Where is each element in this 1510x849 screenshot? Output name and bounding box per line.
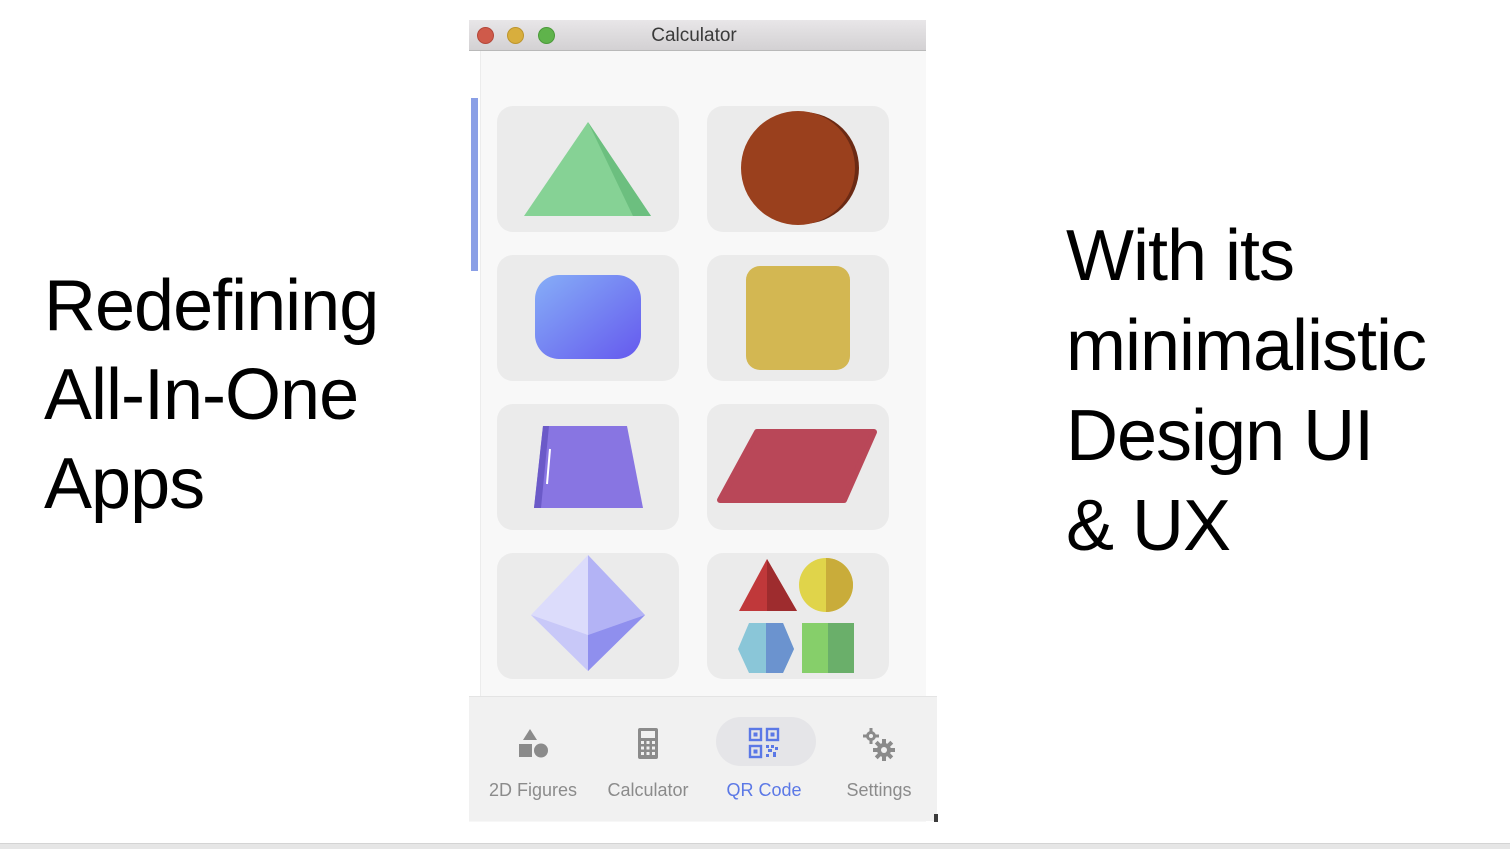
window-resize-mark [934, 814, 938, 822]
shape-tile-trapezoid[interactable] [497, 404, 679, 530]
left-heading-line: Apps [44, 444, 205, 524]
shape-grid [469, 51, 926, 716]
right-heading: With its minimalistic Design UI & UX [1066, 211, 1506, 571]
gear-icon [821, 727, 937, 761]
tab-settings[interactable]: Settings [821, 697, 937, 822]
tab-label: QR Code [726, 780, 802, 800]
right-heading-line: minimalistic [1066, 306, 1427, 386]
tab-2d-figures[interactable]: 2D Figures [475, 697, 591, 822]
shapes-icon [475, 727, 591, 761]
shapes-collection-icon [738, 558, 854, 673]
shape-tile-rhombus[interactable] [497, 553, 679, 679]
tab-label: Settings [846, 780, 912, 800]
tab-label: 2D Figures [488, 780, 578, 800]
left-heading-line: Redefining [44, 266, 379, 346]
calculator-icon [590, 727, 706, 761]
right-heading-line: With its [1066, 216, 1295, 296]
window-title: Calculator [651, 25, 737, 46]
square-icon [746, 266, 850, 370]
right-heading-line: Design UI [1066, 396, 1374, 476]
window-titlebar: Calculator [469, 20, 926, 51]
shape-tile-parallelogram[interactable] [707, 404, 889, 530]
rhombus-icon [531, 555, 645, 671]
right-heading-line: & UX [1066, 486, 1231, 566]
parallelogram-icon [717, 429, 877, 503]
left-heading: Redefining All-In-One Apps [44, 262, 444, 529]
app-window: Calculator 2D Figures Calculator QR Code… [469, 20, 937, 822]
shape-tile-triangle[interactable] [497, 106, 679, 232]
triangle-icon [524, 122, 651, 216]
tab-label: Calculator [607, 780, 689, 800]
presentation-slide: Redefining All-In-One Apps With its mini… [0, 0, 1510, 849]
shape-tile-collection[interactable] [707, 553, 889, 679]
scroll-indicator[interactable] [471, 98, 478, 271]
rounded-rectangle-icon [535, 275, 641, 359]
shape-tile-square[interactable] [707, 255, 889, 381]
qr-code-icon [706, 727, 822, 761]
slide-bottom-edge [0, 843, 1510, 849]
tab-qr-code[interactable]: QR Code [706, 697, 822, 822]
shape-tile-circle[interactable] [707, 106, 889, 232]
scroll-track[interactable] [469, 51, 481, 717]
shape-tile-rounded-rectangle[interactable] [497, 255, 679, 381]
tab-calculator[interactable]: Calculator [590, 697, 706, 822]
bottom-navigation: 2D Figures Calculator QR Code Settings [469, 696, 937, 821]
trapezoid-icon [534, 426, 643, 508]
circle-icon [741, 111, 859, 225]
left-heading-line: All-In-One [44, 355, 359, 435]
